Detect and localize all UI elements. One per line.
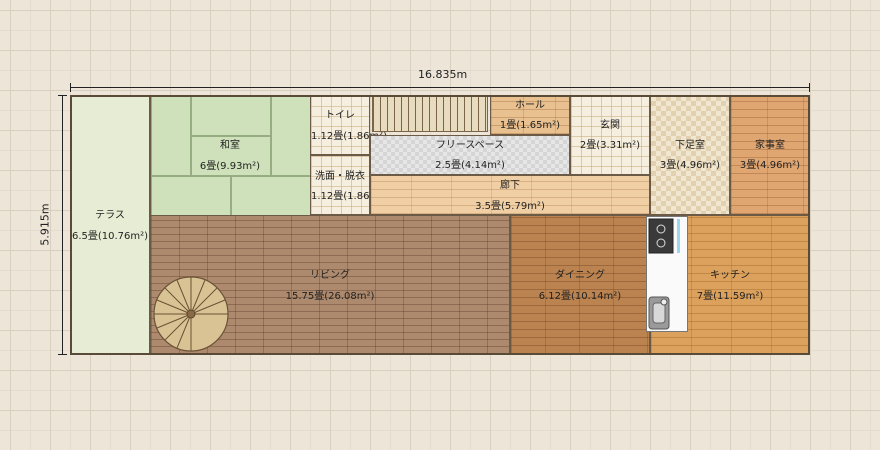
spiral-staircase-icon (153, 276, 229, 352)
width-dimension-tick-left (70, 83, 71, 92)
washitsu-name: 和室 (220, 140, 240, 151)
room-toilet[interactable]: トイレ 1.12畳(1.86m²) (310, 95, 388, 155)
washitsu-size: 6畳(9.93m²) (199, 161, 261, 172)
free-space-name: フリースペース (435, 140, 505, 151)
terrace-size: 6.5畳(10.76m²) (71, 231, 149, 242)
terrace-name: テラス (95, 210, 125, 221)
free-space-size: 2.5畳(4.14m²) (435, 160, 505, 171)
entrance-name: 玄関 (600, 120, 620, 131)
tatami-mat (151, 176, 231, 216)
straight-staircase-icon (372, 96, 488, 132)
hall-name: ホール (515, 100, 545, 111)
dining-name: ダイニング (555, 270, 605, 281)
height-dimension-label: 5.915m (38, 203, 52, 246)
kitchen-counter (646, 216, 688, 332)
corridor-name: 廊下 (500, 180, 520, 191)
room-washitsu[interactable]: 和室 6畳(9.93m²) (150, 95, 311, 216)
width-dimension-line (70, 87, 810, 88)
height-dimension-line (62, 95, 63, 355)
utility-name: 家事室 (755, 140, 785, 151)
shoe-room-name: 下足室 (675, 140, 705, 151)
tatami-mat (231, 176, 311, 216)
toilet-size: 1.12畳(1.86m²) (311, 131, 388, 142)
tatami-mat (191, 96, 271, 136)
room-corridor[interactable]: 廊下 3.5畳(5.79m²) (370, 175, 650, 215)
corridor-size: 3.5畳(5.79m²) (475, 201, 545, 212)
room-washroom[interactable]: 洗面・脱衣 1.12畳(1.86m²) (310, 155, 388, 215)
width-dimension-label: 16.835m (418, 68, 468, 81)
hall-size: 1畳(1.65m²) (499, 120, 561, 131)
room-shoe-room[interactable]: 下足室 3畳(4.96m²) (650, 95, 730, 215)
room-living[interactable]: リビング 15.75畳(26.08m²) (150, 215, 510, 355)
height-dimension-tick-top (58, 95, 67, 96)
entrance-size: 2畳(3.31m²) (579, 140, 641, 151)
room-terrace[interactable]: テラス 6.5畳(10.76m²) (70, 95, 150, 355)
width-dimension-tick-right (809, 83, 810, 92)
dining-size: 6.12畳(10.14m²) (538, 291, 622, 302)
shoe-room-size: 3畳(4.96m²) (659, 160, 721, 171)
room-hall[interactable]: ホール 1畳(1.65m²) (490, 95, 570, 135)
utility-size: 3畳(4.96m²) (739, 160, 801, 171)
height-dimension-tick-bottom (58, 354, 67, 355)
sink-icon (648, 296, 670, 330)
room-free-space[interactable]: フリースペース 2.5畳(4.14m²) (370, 135, 570, 175)
washroom-name: 洗面・脱衣 (315, 171, 365, 182)
room-dining[interactable]: ダイニング 6.12畳(10.14m²) (510, 215, 650, 355)
toilet-name: トイレ (325, 110, 355, 121)
room-utility[interactable]: 家事室 3畳(4.96m²) (730, 95, 810, 215)
room-entrance[interactable]: 玄関 2畳(3.31m²) (570, 95, 650, 175)
washroom-size: 1.12畳(1.86m²) (311, 191, 388, 202)
cooktop-icon (648, 218, 680, 254)
